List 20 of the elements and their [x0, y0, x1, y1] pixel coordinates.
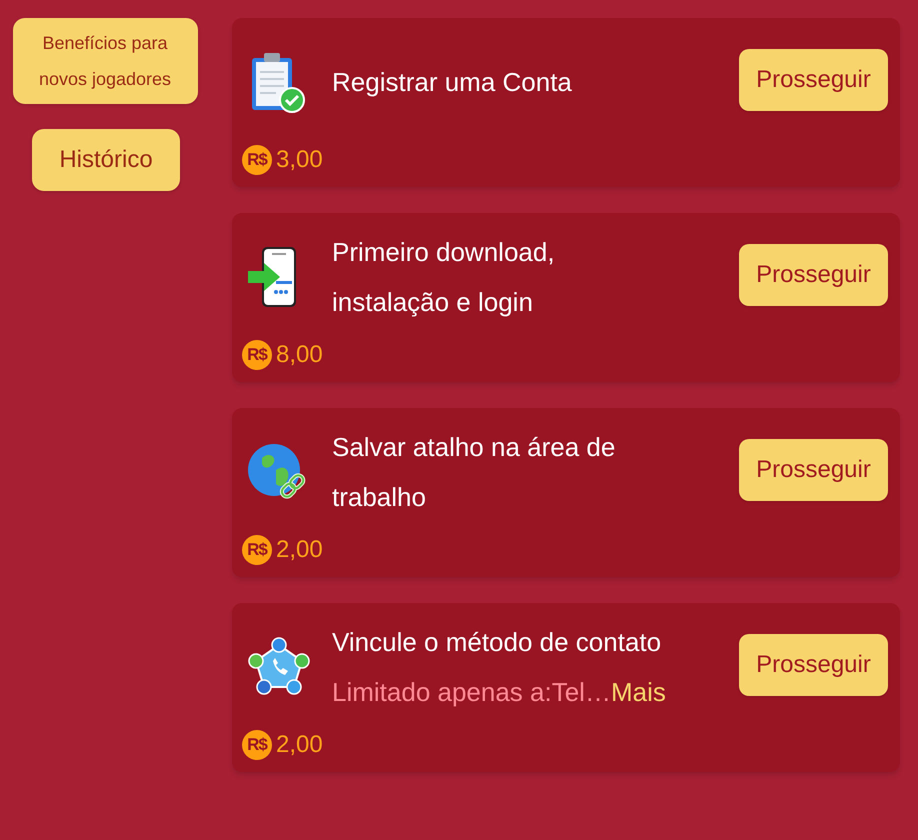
- task-title: Salvar atalho na área de trabalho: [332, 431, 616, 514]
- task-title: Primeiro download, instalação e login: [332, 236, 556, 319]
- reward-amount: 8,00: [276, 340, 323, 370]
- task-title: Vincule o método de contato: [332, 626, 662, 659]
- proceed-button[interactable]: Prosseguir: [739, 49, 888, 111]
- coin-icon: R$: [242, 730, 272, 760]
- proceed-button[interactable]: Prosseguir: [739, 634, 888, 696]
- task-note: Limitado apenas a:Tel…: [332, 676, 611, 709]
- coin-icon: R$: [242, 340, 272, 370]
- reward-amount: 2,00: [276, 730, 323, 760]
- coin-icon: R$: [242, 535, 272, 565]
- sidebar-button[interactable]: Benefícios para novos jogadores: [12, 18, 198, 104]
- coin-icon: R$: [242, 145, 272, 175]
- proceed-button[interactable]: Prosseguir: [739, 439, 888, 501]
- proceed-button[interactable]: Prosseguir: [739, 244, 888, 306]
- reward-amount: 2,00: [276, 535, 323, 565]
- more-link[interactable]: Mais: [610, 667, 666, 717]
- task-title: Registrar uma Conta: [332, 66, 573, 99]
- reward-amount: 3,00: [276, 145, 323, 175]
- sidebar-button[interactable]: Histórico: [32, 129, 180, 191]
